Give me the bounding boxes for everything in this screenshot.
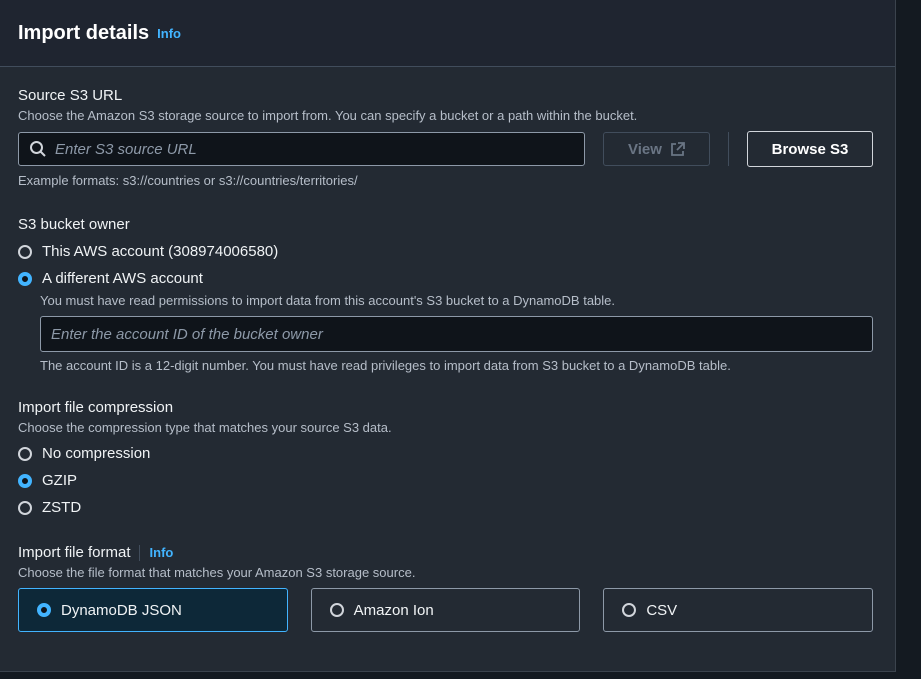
source-s3-label: Source S3 URL (18, 87, 123, 104)
radio-checked-icon (37, 603, 51, 618)
tile-label: DynamoDB JSON (61, 601, 182, 619)
radio-icon (329, 603, 344, 618)
radio-checked-icon (18, 473, 32, 488)
radio-this-account[interactable]: This AWS account (308974006580) (18, 243, 873, 260)
label-divider (138, 545, 140, 562)
format-label-row: Import file format Info (18, 544, 873, 562)
account-id-hint: The account ID is a 12-digit number. You… (40, 358, 731, 373)
radio-label: GZIP (42, 472, 78, 489)
format-tile-csv[interactable]: CSV (603, 588, 874, 633)
account-id-placeholder: Enter the account ID of the bucket owner (51, 325, 323, 343)
import-details-panel: Import details Info Source S3 URL Choose… (0, 0, 896, 672)
radio-label: This AWS account (308974006580) (42, 243, 279, 260)
button-divider (728, 132, 729, 166)
source-s3-section: Source S3 URL Choose the Amazon S3 stora… (18, 87, 873, 188)
format-info-link[interactable]: Info (150, 545, 174, 560)
radio-zstd[interactable]: ZSTD (18, 499, 873, 516)
radio-label: A different AWS account (42, 270, 203, 287)
browse-s3-button[interactable]: Browse S3 (747, 131, 873, 167)
bucket-owner-section: S3 bucket owner This AWS account (308974… (18, 216, 873, 373)
search-icon (29, 140, 47, 158)
format-label: Import file format (18, 544, 131, 561)
tile-label: Amazon Ion (353, 601, 434, 619)
radio-icon (622, 603, 637, 618)
radio-icon (18, 244, 32, 259)
radio-label: No compression (42, 445, 151, 462)
compression-label: Import file compression (18, 399, 174, 416)
different-account-description: You must have read permissions to import… (40, 293, 616, 308)
view-button-label: View (628, 140, 662, 158)
page-title: Import details (18, 21, 150, 44)
radio-icon (18, 446, 32, 461)
format-tile-dynamodb-json[interactable]: DynamoDB JSON (18, 588, 288, 633)
tile-label: CSV (646, 601, 678, 619)
s3-source-url-input[interactable]: Enter S3 source URL (18, 132, 585, 166)
radio-no-compression[interactable]: No compression (18, 445, 873, 462)
panel-header: Import details Info (0, 0, 895, 67)
radio-gzip[interactable]: GZIP (18, 472, 873, 489)
compression-section: Import file compression Choose the compr… (18, 399, 873, 516)
header-info-link[interactable]: Info (157, 26, 181, 41)
radio-checked-icon (18, 271, 32, 286)
external-link-icon (670, 141, 685, 157)
s3-source-url-placeholder: Enter S3 source URL (55, 140, 197, 158)
format-tile-amazon-ion[interactable]: Amazon Ion (310, 588, 581, 633)
format-section: Import file format Info Choose the file f… (18, 544, 874, 633)
format-description: Choose the file format that matches your… (18, 565, 416, 581)
view-button[interactable]: View (603, 132, 710, 166)
source-s3-description: Choose the Amazon S3 storage source to i… (18, 108, 638, 123)
bucket-owner-label: S3 bucket owner (18, 216, 130, 233)
radio-different-account[interactable]: A different AWS account (18, 270, 873, 287)
compression-description: Choose the compression type that matches… (18, 420, 392, 435)
radio-label: ZSTD (42, 499, 82, 516)
example-formats-hint: Example formats: s3://countries or s3://… (18, 173, 358, 188)
radio-icon (18, 500, 32, 515)
account-id-input[interactable]: Enter the account ID of the bucket owner (40, 316, 873, 352)
